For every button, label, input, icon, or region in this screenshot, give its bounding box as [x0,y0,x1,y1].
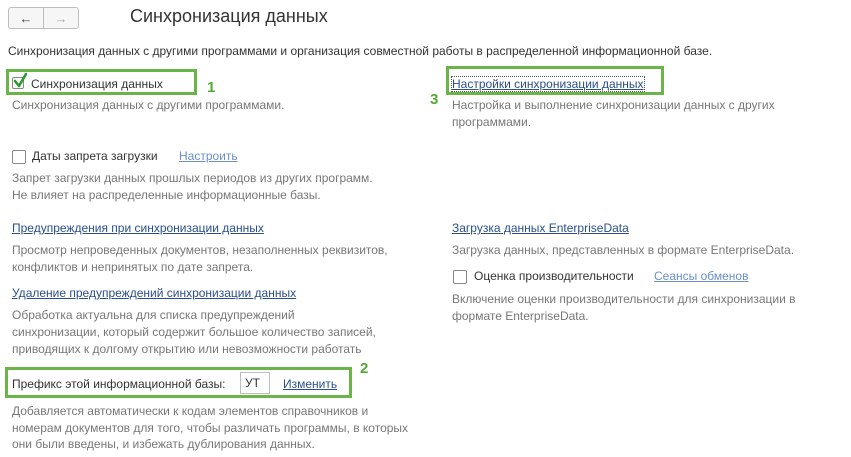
badge-3: 3 [430,91,439,108]
enterprise-data-link[interactable]: Загрузка данных EnterpriseData [452,221,629,235]
sync-settings-hint-2: программами. [452,115,532,129]
change-prefix-link[interactable]: Изменить [283,377,337,391]
badge-1: 1 [207,79,216,96]
delete-warnings-link[interactable]: Удаление предупреждений синхронизации да… [12,286,296,300]
load-ban-hint-1: Запрет загрузки данных прошлых периодов … [12,171,373,185]
enterprise-data-hint: Загрузка данных, представленных в формат… [452,243,795,257]
prefix-label: Префикс этой информационной базы: [12,377,226,391]
sync-settings-link[interactable]: Настройки синхронизации данных [451,76,645,92]
performance-checkbox[interactable] [453,270,467,284]
prefix-hint-1: Добавляется автоматически к кодам элемен… [12,404,369,418]
performance-label[interactable]: Оценка производительности [474,269,634,283]
arrow-left-icon: ← [19,10,33,26]
badge-2: 2 [360,360,369,377]
checkmark-icon [13,73,27,88]
page-description: Синхронизация данных с другими программа… [8,44,713,58]
delete-warnings-hint-2: синхронизации, который содержит большое … [12,325,376,339]
warnings-hint-1: Просмотр непроведенных документов, незап… [12,243,388,257]
performance-hint-1: Включение оценки производительности для … [452,292,796,306]
sync-checkbox-label[interactable]: Синхронизация данных [31,77,163,91]
back-button[interactable]: ← [8,7,44,29]
delete-warnings-hint-3: приводящих к долгому открытию или невозм… [12,342,362,356]
performance-hint-2: формате EnterpriseData. [452,309,589,323]
load-ban-hint-2: Не влияет на распределенные информационн… [12,188,321,202]
warnings-link[interactable]: Предупреждения при синхронизации данных [12,221,264,235]
load-ban-config-link[interactable]: Настроить [179,149,238,163]
warnings-hint-2: конфликтов и непринятых по дате запрета. [12,260,254,274]
delete-warnings-hint-1: Обработка актуальна для списка предупреж… [12,308,295,322]
load-ban-checkbox[interactable] [12,150,26,164]
prefix-hint-3: они были введены, и избежать дублировани… [12,437,315,451]
load-ban-label[interactable]: Даты запрета загрузки [32,149,158,163]
page-title: Синхронизация данных [130,6,328,26]
sync-hint: Синхронизация данных с другими программа… [12,98,285,112]
prefix-hint-2: номерам документов для того, чтобы разли… [12,421,409,435]
exchange-sessions-link[interactable]: Сеансы обменов [654,269,748,283]
sync-checkbox[interactable] [12,73,27,91]
arrow-right-icon: → [54,10,68,26]
forward-button[interactable]: → [43,7,79,29]
prefix-input[interactable]: УТ [240,372,270,394]
sync-settings-hint-1: Настройка и выполнение синхронизации дан… [452,98,775,112]
